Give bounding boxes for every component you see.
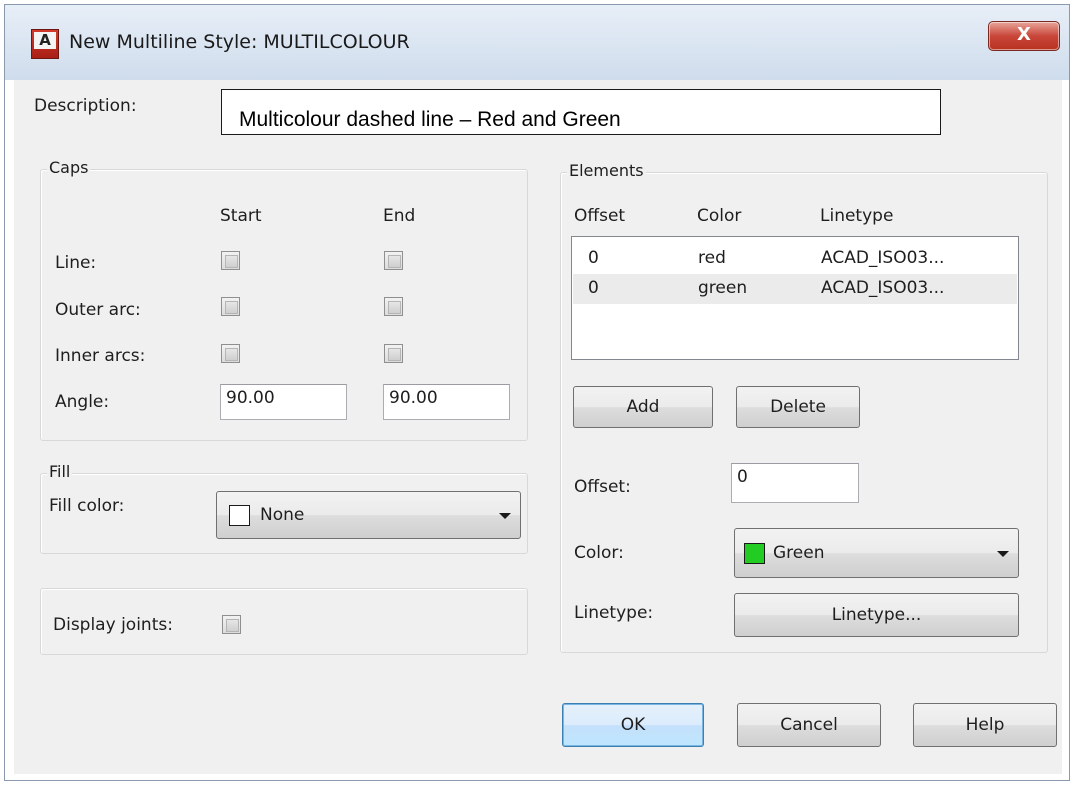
- element-color: green: [698, 278, 748, 298]
- elements-list[interactable]: 0 red ACAD_ISO03... 0 green ACAD_ISO03..…: [571, 236, 1019, 360]
- elements-group-title: Elements: [567, 161, 646, 180]
- element-linetype: ACAD_ISO03...: [821, 248, 945, 268]
- multiline-style-dialog: A New Multiline Style: MULTILCOLOUR X De…: [4, 4, 1070, 781]
- elements-offset-header: Offset: [574, 206, 626, 226]
- fill-group-title: Fill: [47, 462, 73, 481]
- caps-outer-arc-label: Outer arc:: [55, 300, 141, 320]
- display-joints-label: Display joints:: [53, 615, 173, 635]
- caps-line-end-checkbox[interactable]: [384, 251, 403, 270]
- caps-angle-start-input[interactable]: 90.00: [220, 384, 347, 420]
- app-icon-letter: A: [34, 32, 56, 49]
- caps-angle-label: Angle:: [55, 392, 110, 412]
- display-joints-checkbox[interactable]: [222, 615, 241, 634]
- close-icon[interactable]: X: [989, 24, 1059, 45]
- title-bar[interactable]: A New Multiline Style: MULTILCOLOUR X: [5, 5, 1069, 80]
- chevron-down-icon: [997, 551, 1009, 557]
- caps-end-header: End: [383, 206, 416, 226]
- description-input[interactable]: Multicolour dashed line – Red and Green: [221, 89, 941, 135]
- caps-outer-arc-start-checkbox[interactable]: [221, 297, 240, 316]
- element-linetype-label: Linetype:: [574, 603, 654, 623]
- fill-group: Fill Fill color: None: [40, 462, 528, 554]
- caps-line-start-checkbox[interactable]: [221, 251, 240, 270]
- element-color-dropdown[interactable]: Green: [734, 528, 1019, 578]
- caps-group-title: Caps: [47, 158, 91, 177]
- element-offset: 0: [588, 278, 599, 298]
- close-button[interactable]: X: [988, 21, 1060, 51]
- cancel-button[interactable]: Cancel: [737, 703, 881, 747]
- caps-group: Caps Start End Line: Outer arc: Inner ar…: [40, 158, 528, 441]
- fill-color-swatch-icon: [229, 505, 250, 526]
- element-offset-label: Offset:: [574, 477, 631, 497]
- list-item[interactable]: 0 red ACAD_ISO03...: [573, 244, 1017, 274]
- caps-inner-arcs-label: Inner arcs:: [55, 346, 146, 366]
- list-item[interactable]: 0 green ACAD_ISO03...: [573, 274, 1017, 304]
- caps-inner-arcs-end-checkbox[interactable]: [384, 344, 403, 363]
- help-button[interactable]: Help: [913, 703, 1057, 747]
- elements-linetype-header: Linetype: [820, 206, 894, 226]
- fill-color-value: None: [260, 505, 305, 525]
- window-title: New Multiline Style: MULTILCOLOUR: [69, 31, 410, 53]
- elements-group: Elements Offset Color Linetype 0 red ACA…: [560, 161, 1048, 653]
- fill-color-label: Fill color:: [49, 496, 125, 516]
- caps-start-header: Start: [220, 206, 262, 226]
- element-offset-input[interactable]: 0: [731, 463, 859, 503]
- element-linetype: ACAD_ISO03...: [821, 278, 945, 298]
- dialog-body: Description: Multicolour dashed line – R…: [14, 80, 1062, 774]
- element-color-label: Color:: [574, 543, 624, 563]
- caps-angle-end-input[interactable]: 90.00: [383, 384, 510, 420]
- display-joints-group: Display joints:: [40, 588, 528, 655]
- fill-color-dropdown[interactable]: None: [216, 491, 521, 539]
- green-color-swatch-icon: [744, 543, 765, 564]
- element-color-value: Green: [773, 543, 825, 563]
- autocad-app-icon: A: [31, 29, 59, 59]
- add-element-button[interactable]: Add: [573, 386, 713, 428]
- delete-element-button[interactable]: Delete: [736, 386, 860, 428]
- chevron-down-icon: [499, 513, 511, 519]
- caps-line-label: Line:: [55, 253, 97, 273]
- element-offset: 0: [588, 248, 599, 268]
- ok-button[interactable]: OK: [562, 703, 704, 747]
- element-color: red: [698, 248, 726, 268]
- elements-color-header: Color: [697, 206, 742, 226]
- caps-outer-arc-end-checkbox[interactable]: [384, 297, 403, 316]
- caps-inner-arcs-start-checkbox[interactable]: [221, 344, 240, 363]
- linetype-button[interactable]: Linetype...: [734, 593, 1019, 637]
- description-label: Description:: [34, 96, 137, 116]
